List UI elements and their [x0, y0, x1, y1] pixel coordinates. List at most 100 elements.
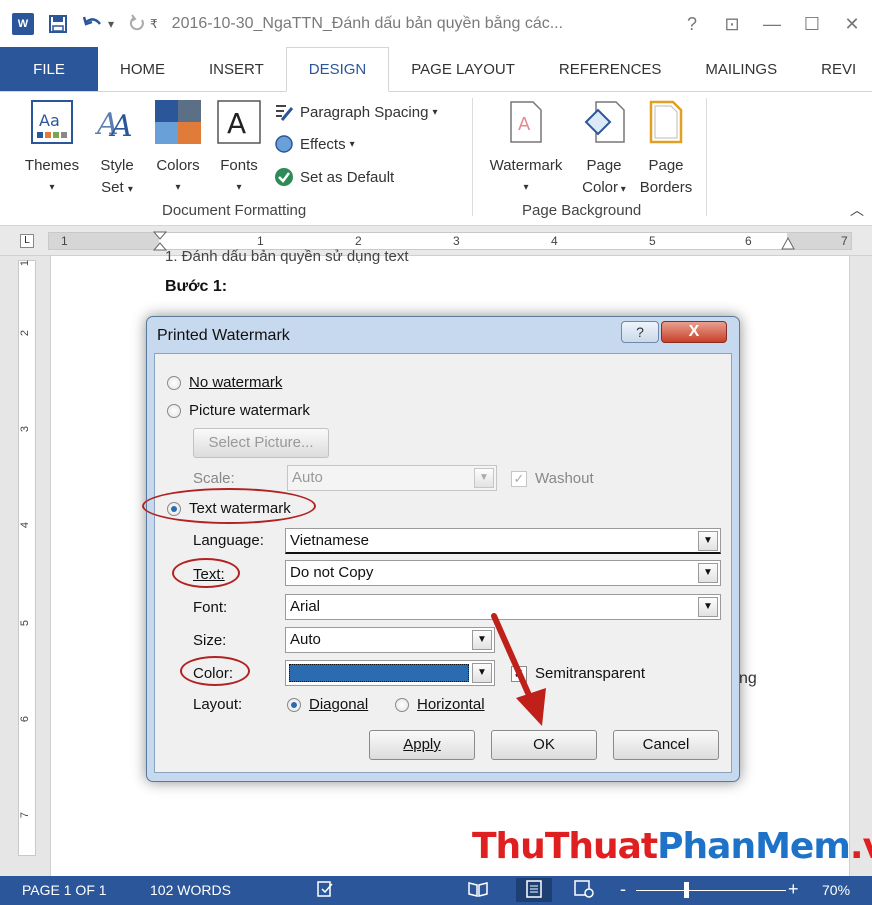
maximize-button[interactable]: ☐: [792, 14, 832, 35]
cancel-button[interactable]: Cancel: [613, 730, 719, 760]
web-layout-icon[interactable]: [574, 880, 594, 901]
diagonal-radio[interactable]: Diagonal: [287, 696, 368, 713]
page-borders-button[interactable]: Page Borders: [636, 100, 696, 199]
washout-checkbox[interactable]: ✓ Washout: [511, 470, 594, 487]
fonts-button[interactable]: A Fonts ▾: [214, 100, 264, 199]
watermark-button[interactable]: A Watermark ▾: [482, 100, 570, 199]
page-color-button[interactable]: Page Color ▾: [574, 100, 634, 201]
collapse-ribbon-icon[interactable]: ︿: [850, 200, 864, 220]
effects-label: Effects: [300, 135, 346, 153]
word-count[interactable]: 102 WORDS: [150, 882, 231, 898]
minimize-button[interactable]: —: [752, 14, 792, 35]
radio-indicator: [167, 403, 181, 418]
vruler-number: 2: [19, 329, 32, 337]
zoom-level[interactable]: 70%: [822, 882, 850, 898]
document-step-label: Bước 1:: [165, 278, 228, 295]
watermark-text-input[interactable]: Do not Copy ▼: [285, 560, 721, 586]
tab-review[interactable]: REVI: [799, 47, 856, 91]
paragraph-spacing-icon: [276, 105, 294, 121]
select-picture-button[interactable]: Select Picture...: [193, 428, 329, 458]
paragraph-spacing-button[interactable]: Paragraph Spacing ▾: [274, 100, 437, 124]
tab-mailings[interactable]: MAILINGS: [683, 47, 799, 91]
svg-text:A: A: [227, 107, 246, 140]
ruler-number: 3: [453, 234, 460, 248]
fonts-icon: A: [214, 100, 264, 151]
scale-value: Auto: [292, 469, 323, 486]
apply-button[interactable]: Apply: [369, 730, 475, 760]
proofing-icon[interactable]: [316, 880, 334, 901]
ruler-number: 5: [649, 234, 656, 248]
close-button[interactable]: ✕: [832, 14, 872, 35]
picture-watermark-radio[interactable]: Picture watermark: [167, 402, 310, 419]
page-borders-label-line1: Page: [648, 157, 684, 174]
set-as-default-button[interactable]: Set as Default: [274, 165, 394, 189]
color-select[interactable]: ▼: [285, 660, 495, 686]
tab-references[interactable]: REFERENCES: [537, 47, 684, 91]
dialog-help-button[interactable]: ?: [621, 321, 659, 343]
tab-page-layout[interactable]: PAGE LAYOUT: [389, 47, 537, 91]
ok-button[interactable]: OK: [491, 730, 597, 760]
language-select[interactable]: Vietnamese ▼: [285, 528, 721, 554]
style-set-button[interactable]: AA Style Set ▾: [92, 100, 142, 201]
chevron-down-icon[interactable]: ▼: [698, 563, 718, 583]
dialog-close-button[interactable]: X: [661, 321, 727, 343]
page-color-label-line2: Color: [582, 179, 619, 196]
tab-design[interactable]: DESIGN: [285, 47, 390, 92]
washout-label: Washout: [535, 470, 594, 487]
dialog-title: Printed Watermark: [157, 327, 290, 344]
chevron-down-icon: ▾: [523, 182, 529, 193]
svg-text:A: A: [108, 109, 133, 144]
ribbon-display-options-icon[interactable]: ⊡: [712, 14, 752, 35]
chevron-down-icon[interactable]: ▼: [698, 531, 718, 551]
text-watermark-radio[interactable]: Text watermark: [167, 500, 291, 517]
colors-label: Colors: [156, 157, 200, 174]
ruler-number: 2: [355, 234, 362, 248]
size-select[interactable]: Auto ▼: [285, 627, 495, 653]
zoom-slider-thumb[interactable]: [684, 882, 689, 898]
vruler-number: 3: [19, 425, 32, 433]
print-layout-icon[interactable]: [516, 878, 552, 902]
chevron-down-icon[interactable]: ▼: [698, 597, 718, 617]
horizontal-ruler: L 1 1 2 3 4 5 6 7: [0, 226, 872, 256]
undo-dropdown-icon[interactable]: ▾: [108, 18, 114, 30]
set-as-default-label: Set as Default: [300, 168, 395, 186]
page-borders-icon: [636, 100, 696, 151]
horizontal-radio[interactable]: Horizontal: [395, 696, 485, 713]
ruler-number: 6: [745, 234, 752, 248]
word-app-icon[interactable]: W: [12, 13, 34, 35]
svg-text:Aa: Aa: [39, 111, 60, 130]
read-mode-icon[interactable]: [468, 880, 488, 901]
help-icon[interactable]: ?: [672, 14, 712, 35]
tab-selector[interactable]: L: [20, 234, 34, 248]
colors-button[interactable]: Colors ▾: [150, 100, 206, 199]
zoom-out-button[interactable]: -: [620, 879, 626, 900]
radio-indicator: [167, 501, 181, 516]
effects-button[interactable]: Effects ▾: [274, 132, 355, 156]
brand-part-2: PhanMem: [657, 826, 851, 867]
tab-home[interactable]: HOME: [98, 47, 187, 91]
page-count[interactable]: PAGE 1 OF 1: [22, 882, 107, 898]
zoom-slider-track[interactable]: [636, 890, 786, 891]
page-color-icon: [574, 100, 634, 151]
vruler-number: 7: [19, 811, 32, 819]
radio-indicator: [287, 697, 301, 712]
right-indent-marker-icon[interactable]: [781, 237, 795, 251]
chevron-down-icon: ▾: [618, 184, 626, 195]
page-color-label-line1: Page: [586, 157, 622, 174]
ruler-number: 7: [841, 234, 848, 248]
zoom-in-button[interactable]: +: [788, 879, 799, 900]
themes-button[interactable]: Aa Themes ▾: [20, 100, 84, 199]
chevron-down-icon[interactable]: ▼: [474, 468, 494, 488]
style-set-label-line1: Style: [100, 157, 134, 174]
size-label: Size:: [193, 632, 227, 649]
scale-select[interactable]: Auto ▼: [287, 465, 497, 491]
customize-qat-icon[interactable]: ₹: [150, 18, 158, 30]
colors-icon: [150, 100, 206, 151]
tab-file[interactable]: FILE: [0, 47, 98, 91]
redo-icon[interactable]: [128, 14, 146, 34]
no-watermark-radio[interactable]: No watermark: [167, 374, 282, 391]
undo-icon[interactable]: [82, 14, 104, 34]
save-icon[interactable]: [48, 14, 68, 34]
tab-insert[interactable]: INSERT: [187, 47, 286, 91]
font-label: Font:: [193, 599, 228, 616]
